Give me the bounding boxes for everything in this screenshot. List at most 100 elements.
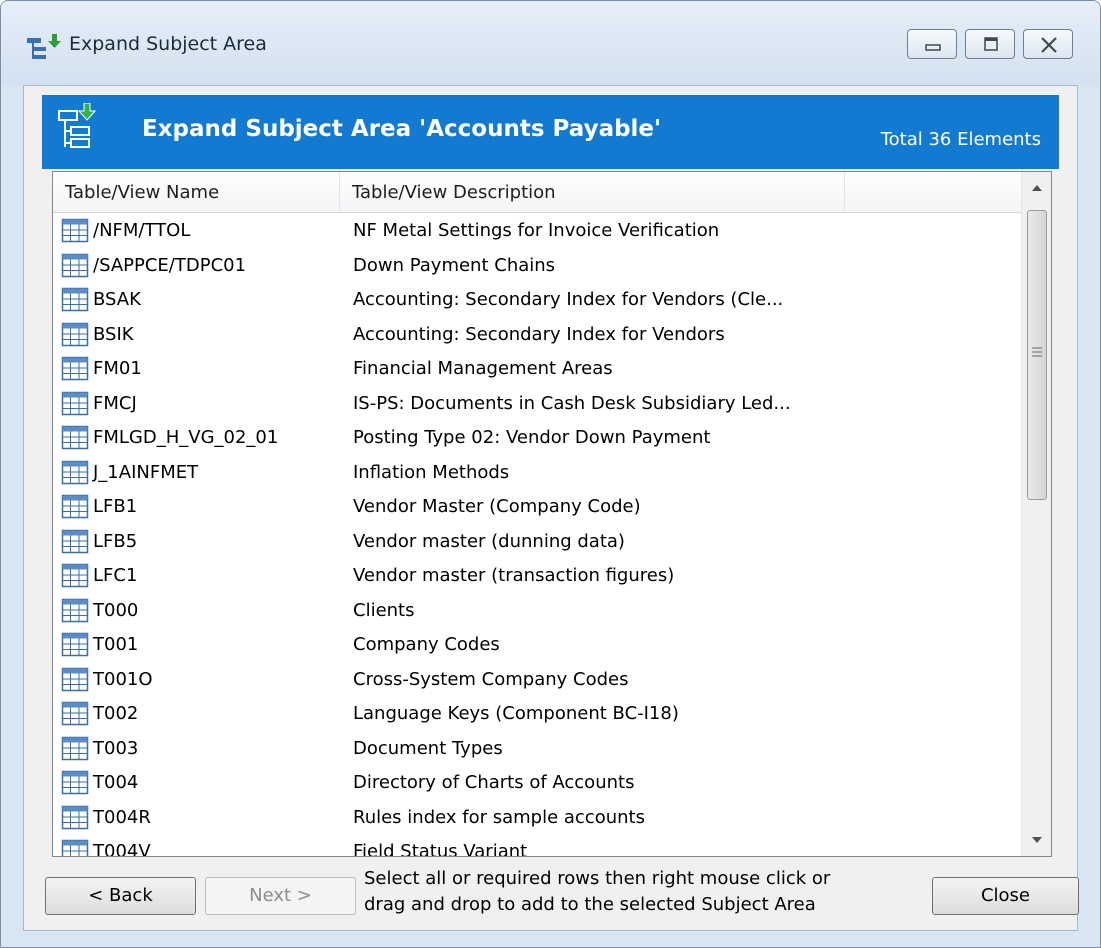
table-name: LFB5 [93, 530, 138, 552]
table-description: Field Status Variant [353, 841, 528, 857]
expand-subject-area-dialog: Expand Subject Area Expand Subject Area … [0, 0, 1101, 948]
table-grid-icon [61, 494, 89, 519]
scrollbar-thumb[interactable] [1027, 210, 1047, 500]
table-name: T001 [93, 634, 139, 655]
list-rows: /NFM/TTOL NF Metal Settings for Invoice V… [53, 216, 1021, 857]
table-name: T002 [93, 703, 139, 724]
table-description: Accounting: Secondary Index for Vendors … [353, 289, 784, 310]
column-header-name[interactable]: Table/View Name [53, 172, 340, 212]
table-description: Clients [353, 599, 415, 621]
table-grid-icon [61, 322, 89, 346]
table-description: Language Keys (Component BC-I18) [353, 703, 679, 724]
close-icon [1041, 37, 1057, 53]
table-row[interactable]: T004R Rules index for sample accounts [53, 803, 1021, 838]
table-row[interactable]: FMCJ IS-PS: Documents in Cash Desk Subsid… [53, 389, 1021, 424]
column-header-description[interactable]: Table/View Description [340, 172, 845, 212]
table-description: Directory of Charts of Accounts [353, 772, 635, 793]
window-title: Expand Subject Area [69, 33, 267, 55]
table-name: FMLGD_H_VG_02_01 [93, 427, 279, 448]
table-row[interactable]: /NFM/TTOL NF Metal Settings for Invoice V… [53, 216, 1021, 251]
table-description: Cross-System Company Codes [353, 668, 629, 690]
scroll-down-arrow-icon[interactable] [1022, 822, 1052, 856]
table-grid-icon [61, 632, 89, 657]
header-banner: Expand Subject Area 'Accounts Payable' T… [42, 95, 1059, 169]
table-row[interactable]: T003 Document Types [53, 734, 1021, 769]
table-name: T003 [93, 737, 139, 759]
table-description: Posting Type 02: Vendor Down Payment [353, 427, 711, 448]
table-row[interactable]: BSAK Accounting: Secondary Index for Vend… [53, 285, 1021, 320]
table-row[interactable]: FMLGD_H_VG_02_01 Posting Type 02: Vendor … [53, 423, 1021, 458]
table-name: BSIK [93, 323, 134, 345]
table-name: BSAK [93, 289, 141, 310]
table-description: Accounting: Secondary Index for Vendors [353, 323, 725, 345]
table-grid-icon [61, 805, 89, 829]
instruction-text: Select all or required rows then right m… [364, 866, 904, 918]
table-row[interactable]: T001O Cross-System Company Codes [53, 665, 1021, 700]
table-description: Rules index for sample accounts [353, 806, 645, 828]
table-row[interactable]: T004V Field Status Variant [53, 837, 1021, 857]
expand-tree-icon [58, 103, 97, 148]
table-grid-icon [61, 218, 89, 243]
table-grid-icon [61, 425, 89, 450]
table-description: Company Codes [353, 634, 500, 655]
table-row[interactable]: LFC1 Vendor master (transaction figures) [53, 561, 1021, 596]
table-name: T001O [93, 668, 153, 690]
table-list[interactable]: Table/View Name Table/View Description /… [52, 171, 1052, 857]
minimize-button[interactable] [907, 29, 957, 59]
minimize-icon [925, 44, 941, 51]
next-button[interactable]: Next > [205, 877, 356, 915]
table-name: /SAPPCE/TDPC01 [93, 254, 247, 276]
table-name: T000 [93, 599, 139, 621]
table-row[interactable]: FM01 Financial Management Areas [53, 354, 1021, 389]
table-grid-icon [61, 356, 89, 381]
table-description: Down Payment Chains [353, 254, 556, 276]
table-description: Vendor master (transaction figures) [353, 565, 675, 586]
table-name: FMCJ [93, 392, 137, 414]
table-row[interactable]: LFB1 Vendor Master (Company Code) [53, 492, 1021, 527]
scroll-up-arrow-icon[interactable] [1022, 172, 1052, 206]
close-button[interactable]: Close [932, 877, 1079, 915]
table-name: T004V [93, 841, 151, 857]
maximize-button[interactable] [965, 29, 1015, 59]
element-count: Total 36 Elements [880, 129, 1041, 150]
table-grid-icon [61, 598, 89, 622]
table-row[interactable]: T000 Clients [53, 596, 1021, 631]
table-grid-icon [61, 563, 89, 588]
maximize-icon [984, 37, 998, 51]
table-name: FM01 [93, 358, 142, 379]
table-description: IS-PS: Documents in Cash Desk Subsidiary… [353, 392, 791, 414]
table-grid-icon [61, 460, 89, 484]
title-bar: Expand Subject Area [1, 1, 1100, 85]
table-grid-icon [61, 667, 89, 691]
table-row[interactable]: T002 Language Keys (Component BC-I18) [53, 699, 1021, 734]
table-row[interactable]: T004 Directory of Charts of Accounts [53, 768, 1021, 803]
table-row[interactable]: LFB5 Vendor master (dunning data) [53, 527, 1021, 562]
column-header-empty[interactable] [845, 172, 1021, 212]
table-grid-icon [61, 770, 89, 795]
instruction-line-1: Select all or required rows then right m… [364, 868, 831, 889]
table-grid-icon [61, 701, 89, 726]
table-description: Document Types [353, 737, 503, 759]
table-description: Inflation Methods [353, 461, 510, 483]
table-row[interactable]: J_1AINFMET Inflation Methods [53, 458, 1021, 493]
table-grid-icon [61, 253, 89, 277]
table-row[interactable]: /SAPPCE/TDPC01 Down Payment Chains [53, 251, 1021, 286]
table-row[interactable]: BSIK Accounting: Secondary Index for Vend… [53, 320, 1021, 355]
table-name: T004 [93, 772, 139, 793]
table-name: J_1AINFMET [93, 461, 199, 483]
vertical-scrollbar[interactable] [1021, 172, 1052, 856]
table-row[interactable]: T001 Company Codes [53, 630, 1021, 665]
table-name: LFC1 [93, 565, 138, 586]
dialog-body: Expand Subject Area 'Accounts Payable' T… [23, 85, 1079, 931]
table-grid-icon [61, 736, 89, 760]
expand-tree-icon [27, 34, 61, 59]
table-description: NF Metal Settings for Invoice Verificati… [353, 220, 720, 241]
window-close-button[interactable] [1023, 29, 1073, 59]
list-header: Table/View Name Table/View Description [53, 172, 1021, 213]
table-description: Vendor Master (Company Code) [353, 496, 641, 517]
table-name: /NFM/TTOL [93, 220, 191, 241]
back-button[interactable]: < Back [45, 877, 196, 915]
grip-icon [1032, 347, 1042, 357]
instruction-line-2: drag and drop to add to the selected Sub… [364, 894, 816, 915]
table-name: T004R [93, 806, 151, 828]
